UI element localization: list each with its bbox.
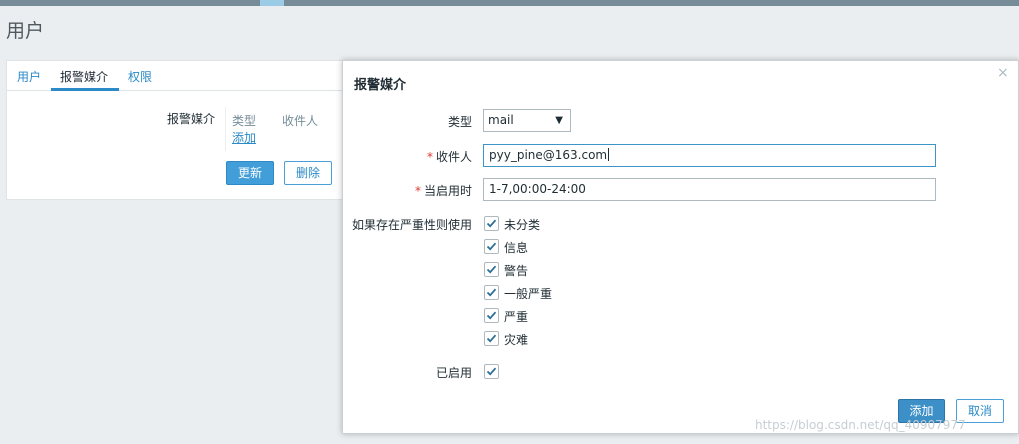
enabled-checkbox[interactable] — [484, 364, 499, 379]
watermark: https://blog.csdn.net/qq_40907977 — [755, 418, 966, 432]
check-icon — [486, 288, 497, 297]
severity-checkbox-disaster[interactable] — [484, 331, 499, 346]
user-form-panel: 用户 报警媒介 权限 报警媒介 类型 收件人 添加 更新 删除 — [6, 60, 372, 200]
add-media-link[interactable]: 添加 — [232, 129, 256, 146]
severity-checkbox-average[interactable] — [484, 285, 499, 300]
recipient-input-value: pyy_pine@163.com — [489, 148, 608, 162]
when-active-input-value: 1-7,00:00-24:00 — [489, 182, 586, 196]
top-bar — [0, 0, 1019, 6]
severity-checkbox-unclassified[interactable] — [484, 216, 499, 231]
severity-label-disaster: 灾难 — [504, 333, 529, 347]
chevron-down-icon: ▼ — [555, 115, 563, 126]
severity-label-average: 一般严重 — [504, 287, 553, 301]
check-icon — [486, 334, 497, 343]
page-title: 用户 — [6, 20, 45, 42]
active-tab-underline — [51, 88, 119, 91]
text-caret — [608, 148, 610, 161]
required-marker: * — [426, 150, 433, 164]
delete-button[interactable]: 删除 — [284, 161, 332, 185]
type-select[interactable]: mail ▼ — [483, 109, 571, 132]
type-label: 类型 — [447, 115, 472, 129]
severity-checkbox-warning[interactable] — [484, 262, 499, 277]
top-bar-active-indicator — [260, 0, 284, 6]
close-icon[interactable]: × — [997, 65, 1009, 81]
severity-label-high: 严重 — [504, 310, 529, 324]
update-button[interactable]: 更新 — [226, 161, 274, 185]
required-marker: * — [414, 184, 421, 198]
severity-checkbox-high[interactable] — [484, 308, 499, 323]
when-active-input[interactable]: 1-7,00:00-24:00 — [483, 178, 936, 201]
check-icon — [486, 242, 497, 251]
recipient-label: * 收件人 — [427, 148, 472, 165]
recipient-input[interactable]: pyy_pine@163.com — [483, 144, 936, 167]
check-icon — [486, 265, 497, 274]
media-col-recipient: 收件人 — [282, 114, 319, 128]
check-icon — [486, 219, 497, 228]
check-icon — [486, 367, 497, 376]
tab-media[interactable]: 报警媒介 — [60, 68, 108, 85]
when-active-label: * 当启用时 — [415, 182, 472, 199]
when-active-label-text: 当启用时 — [423, 184, 472, 198]
tab-permissions[interactable]: 权限 — [128, 68, 152, 85]
severity-label-information: 信息 — [504, 241, 529, 255]
dialog-title: 报警媒介 — [354, 78, 407, 93]
tab-bar: 用户 报警媒介 权限 — [7, 61, 365, 91]
enabled-label: 已启用 — [435, 366, 472, 380]
recipient-label-text: 收件人 — [435, 150, 472, 164]
media-dialog: 报警媒介 × 类型 mail ▼ * 收件人 pyy_pine@163.com *… — [342, 60, 1019, 434]
type-select-value: mail — [488, 113, 514, 127]
severity-checkbox-information[interactable] — [484, 239, 499, 254]
severity-label-warning: 警告 — [504, 264, 529, 278]
media-label: 报警媒介 — [167, 112, 216, 126]
tab-user[interactable]: 用户 — [17, 68, 41, 85]
check-icon — [486, 311, 497, 320]
severity-label: 如果存在严重性则使用 — [351, 218, 472, 232]
severity-label-unclassified: 未分类 — [504, 218, 541, 232]
media-col-type: 类型 — [232, 114, 257, 128]
